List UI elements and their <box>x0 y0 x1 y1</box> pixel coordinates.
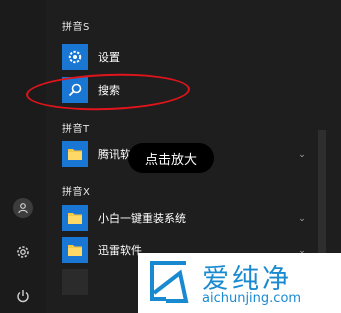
app-tile-icon <box>62 269 88 295</box>
app-item-label: 迅雷软件 <box>98 244 142 257</box>
power-icon <box>17 290 29 303</box>
watermark-logo-icon <box>150 261 189 303</box>
gear-icon <box>17 246 29 258</box>
app-item-label: 腾讯软 <box>98 148 131 161</box>
app-item-label: 设置 <box>98 51 120 64</box>
zoom-tooltip[interactable]: 点击放大 <box>128 143 214 173</box>
watermark-url: aichunjing.com <box>202 291 302 306</box>
section-header-t[interactable]: 拼音T <box>62 120 90 135</box>
chevron-down-icon[interactable]: ⌄ <box>296 149 308 161</box>
folder-icon <box>62 205 88 231</box>
power-button[interactable] <box>10 283 36 309</box>
app-item-xiaobai-folder[interactable]: 小白一键重装系统 ⌄ <box>62 203 308 233</box>
app-item-settings[interactable]: 设置 <box>62 42 308 72</box>
section-header-s[interactable]: 拼音S <box>62 18 90 33</box>
start-left-rail <box>0 0 46 313</box>
app-item-label: 小白一键重装系统 <box>98 212 186 225</box>
chevron-down-icon[interactable]: ⌄ <box>296 213 308 225</box>
section-header-x[interactable]: 拼音X <box>62 183 90 198</box>
settings-button[interactable] <box>10 239 36 265</box>
folder-icon <box>62 141 88 167</box>
watermark-logo: 爱纯净 aichunjing.com <box>138 253 341 313</box>
user-account-button[interactable] <box>10 195 36 221</box>
folder-icon <box>62 237 88 263</box>
user-icon <box>13 198 33 218</box>
gear-icon <box>62 44 88 70</box>
